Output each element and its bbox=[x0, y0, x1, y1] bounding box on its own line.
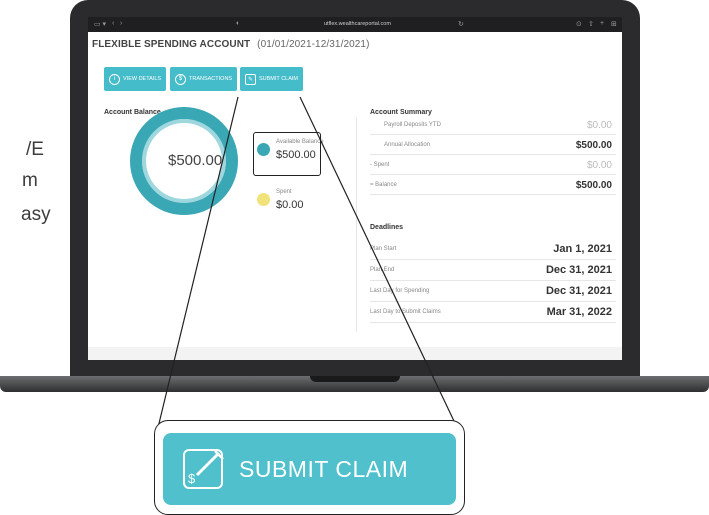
available-balance-highlight bbox=[253, 132, 321, 176]
summary-row-value: $500.00 bbox=[575, 180, 612, 191]
submit-claim-button[interactable]: ✎ SUBMIT CLAIM bbox=[240, 67, 304, 91]
share-icon[interactable]: ⇧ bbox=[588, 20, 594, 28]
summary-row-label: - Spent bbox=[370, 162, 390, 168]
download-icon[interactable]: ⊙ bbox=[576, 20, 582, 28]
back-icon[interactable]: ‹ bbox=[112, 20, 114, 27]
summary-row: - Spent $0.00 bbox=[370, 157, 616, 175]
info-icon: i bbox=[109, 73, 120, 85]
side-text-line-3: asy bbox=[21, 204, 51, 225]
sidebar-toggle-icon[interactable]: ▭ ▾ bbox=[94, 20, 106, 28]
deadline-row: Last Day to Submit Claims Mar 31, 2022 bbox=[370, 303, 616, 323]
summary-divider bbox=[356, 117, 357, 332]
url-bar[interactable]: utflex.wealthcareportal.com bbox=[324, 21, 391, 27]
transactions-button[interactable]: $ TRANSACTIONS bbox=[170, 67, 238, 91]
transactions-icon: $ bbox=[175, 73, 186, 85]
summary-row-value: $500.00 bbox=[575, 140, 612, 151]
new-tab-icon[interactable]: + bbox=[600, 20, 604, 27]
deadlines-heading: Deadlines bbox=[370, 224, 404, 231]
forward-icon[interactable]: › bbox=[120, 20, 122, 27]
summary-row: Payroll Deposits YTD $0.00 bbox=[370, 117, 616, 135]
reload-icon[interactable]: ↻ bbox=[458, 20, 464, 28]
donut-center-value: $500.00 bbox=[168, 152, 223, 169]
screen-footer bbox=[88, 347, 622, 360]
pen-icon bbox=[195, 450, 224, 477]
summary-row-label: = Balance bbox=[370, 182, 397, 188]
view-details-button[interactable]: i VIEW DETAILS bbox=[104, 67, 167, 91]
claim-form-icon: $ bbox=[183, 449, 224, 489]
page-title: FLEXIBLE SPENDING ACCOUNT (01/01/2021-12… bbox=[92, 39, 370, 50]
spent-label: Spent bbox=[276, 189, 292, 195]
tabs-icon[interactable]: ⊞ bbox=[611, 20, 617, 28]
date-range: (01/01/2021-12/31/2021) bbox=[257, 39, 370, 50]
transactions-label: TRANSACTIONS bbox=[189, 76, 233, 82]
submit-claim-callout-label: SUBMIT CLAIM bbox=[239, 455, 409, 482]
summary-row-label: Annual Allocation bbox=[384, 142, 431, 148]
side-text-line-2: m bbox=[22, 170, 38, 191]
summary-row-value: $0.00 bbox=[586, 120, 612, 131]
spent-dot bbox=[257, 193, 270, 206]
deadline-row-label: Last Day to Submit Claims bbox=[370, 309, 441, 315]
deadline-row-label: Plan Start bbox=[370, 246, 397, 252]
browser-bar: ▭ ▾ ‹ › ◐ utflex.wealthcareportal.com ↻ … bbox=[88, 17, 622, 32]
side-text-line-1: /E bbox=[26, 139, 44, 160]
deadline-row-value: Mar 31, 2022 bbox=[546, 306, 612, 318]
page-title-text: FLEXIBLE SPENDING ACCOUNT bbox=[92, 39, 251, 50]
deadline-row-value: Dec 31, 2021 bbox=[545, 285, 612, 297]
deadline-row: Plan Start Jan 1, 2021 bbox=[370, 240, 616, 260]
summary-row: Annual Allocation $500.00 bbox=[370, 137, 616, 155]
view-details-label: VIEW DETAILS bbox=[123, 76, 162, 82]
summary-row: = Balance $500.00 bbox=[370, 177, 616, 195]
deadline-row-value: Jan 1, 2021 bbox=[553, 243, 612, 255]
deadline-row-value: Dec 31, 2021 bbox=[545, 264, 612, 276]
submit-claim-callout-button[interactable]: $ SUBMIT CLAIM bbox=[163, 433, 456, 505]
deadline-row: Plan End Dec 31, 2021 bbox=[370, 261, 616, 281]
submit-claim-label: SUBMIT CLAIM bbox=[259, 76, 299, 82]
account-balance-heading: Account Balance bbox=[104, 109, 161, 116]
laptop-notch bbox=[310, 376, 400, 382]
deadline-row-label: Plan End bbox=[370, 267, 395, 273]
claim-icon: ✎ bbox=[245, 73, 256, 85]
account-summary-heading: Account Summary bbox=[370, 109, 432, 116]
shield-icon[interactable]: ◐ bbox=[236, 20, 240, 27]
summary-row-label: Payroll Deposits YTD bbox=[384, 122, 441, 128]
deadline-row: Last Day for Spending Dec 31, 2021 bbox=[370, 282, 616, 302]
summary-row-value: $0.00 bbox=[586, 160, 612, 171]
spent-value: $0.00 bbox=[276, 199, 304, 211]
deadline-row-label: Last Day for Spending bbox=[370, 288, 430, 294]
